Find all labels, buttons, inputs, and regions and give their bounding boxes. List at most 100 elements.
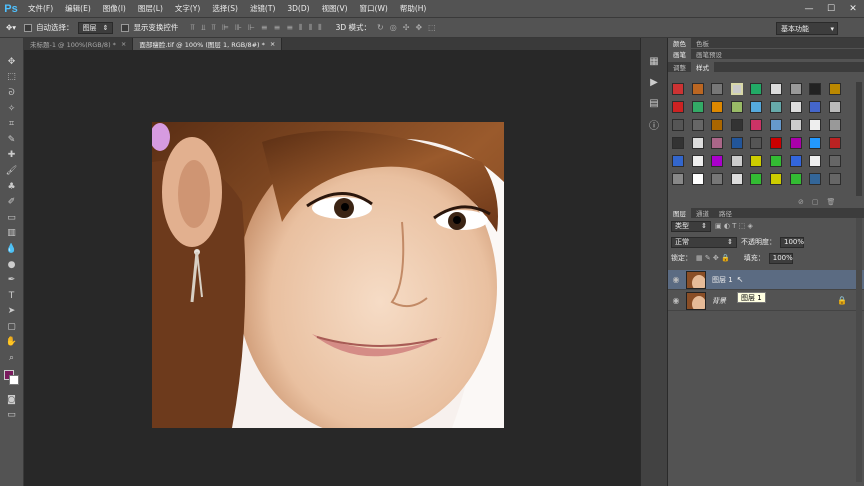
align-top-icon[interactable]: ⫪ <box>190 23 195 33</box>
auto-select-dropdown[interactable]: 图层 ⇕ <box>77 21 114 34</box>
quick-select-icon[interactable]: ✧ <box>5 101 19 117</box>
layer-row-background[interactable]: ◉ 背景 🔒 <box>668 291 864 311</box>
tab-paths[interactable]: 路径 <box>714 208 737 218</box>
blur-icon[interactable]: 💧 <box>5 241 19 257</box>
style-swatch[interactable] <box>711 155 724 167</box>
style-swatch[interactable] <box>769 173 782 185</box>
style-swatch[interactable] <box>769 155 782 167</box>
layer-name[interactable]: 图层 1 <box>712 275 733 285</box>
style-swatch[interactable] <box>809 173 822 185</box>
style-swatch[interactable] <box>691 83 704 95</box>
style-swatch[interactable] <box>789 119 802 131</box>
tab-color[interactable]: 颜色 <box>668 38 691 48</box>
style-swatch[interactable] <box>828 101 841 113</box>
delete-style-icon[interactable]: 🗑 <box>827 198 836 206</box>
rotate-3d-icon[interactable]: ↻ <box>377 23 384 32</box>
style-swatch[interactable] <box>691 119 704 131</box>
eyedropper-icon[interactable]: ✎ <box>5 132 19 148</box>
history-brush-icon[interactable]: ✐ <box>5 194 19 210</box>
clone-stamp-icon[interactable]: ♣ <box>5 179 19 195</box>
adjustments-panel-icon[interactable]: ▤ <box>645 94 663 112</box>
style-swatch[interactable] <box>750 173 763 185</box>
fill-input[interactable]: 100% <box>768 252 793 264</box>
eraser-icon[interactable]: ▭ <box>5 210 19 226</box>
eye-icon[interactable]: ◉ <box>668 275 684 284</box>
lock-icons[interactable]: ▦ ✎ ✥ 🔒 <box>696 254 730 262</box>
menu-item[interactable]: 编辑(E) <box>59 0 97 18</box>
distribute4-icon[interactable]: ⦀ <box>299 23 303 33</box>
style-swatch[interactable] <box>809 101 822 113</box>
distribute5-icon[interactable]: ⦀ <box>309 23 313 33</box>
style-swatch[interactable] <box>672 101 684 113</box>
style-swatch[interactable] <box>730 119 743 131</box>
menu-item[interactable]: 图层(L) <box>132 0 169 18</box>
style-swatch[interactable] <box>750 137 763 149</box>
dodge-icon[interactable]: ● <box>5 257 19 273</box>
clear-style-icon[interactable]: ⊘ <box>798 198 804 206</box>
style-swatch[interactable] <box>789 155 802 167</box>
scale-3d-icon[interactable]: ⬚ <box>428 23 436 32</box>
style-swatch[interactable] <box>809 137 822 149</box>
tab-layers[interactable]: 图层 <box>668 208 691 218</box>
align-hcenter-icon[interactable]: ⊪ <box>235 23 242 33</box>
styles-scrollbar[interactable] <box>856 82 862 196</box>
tab-channels[interactable]: 通道 <box>691 208 714 218</box>
style-swatch[interactable] <box>769 83 782 95</box>
style-swatch[interactable] <box>711 119 724 131</box>
hand-icon[interactable]: ✋ <box>5 335 19 351</box>
zoom-icon[interactable]: ⌕ <box>5 350 19 366</box>
style-swatch[interactable] <box>691 137 704 149</box>
style-swatch[interactable] <box>711 101 724 113</box>
color-swatches[interactable] <box>3 369 20 386</box>
align-bottom-icon[interactable]: ⫪ <box>211 23 216 33</box>
style-swatch[interactable] <box>730 137 743 149</box>
distribute6-icon[interactable]: ⦀ <box>318 23 322 33</box>
menu-item[interactable]: 滤镜(T) <box>244 0 281 18</box>
menu-item[interactable]: 帮助(H) <box>394 0 433 18</box>
style-swatch[interactable] <box>711 137 724 149</box>
tab-brush[interactable]: 画笔 <box>668 49 691 59</box>
menu-item[interactable]: 文件(F) <box>22 0 59 18</box>
style-swatch[interactable] <box>828 83 841 95</box>
healing-brush-icon[interactable]: ✚ <box>5 148 19 164</box>
distribute2-icon[interactable]: ≡ <box>274 23 281 33</box>
style-swatch[interactable] <box>789 137 802 149</box>
style-swatch[interactable] <box>789 83 802 95</box>
style-swatch[interactable] <box>730 101 743 113</box>
screen-mode-icon[interactable]: ▭ <box>5 407 19 423</box>
style-swatch[interactable] <box>672 173 684 185</box>
actions-panel-icon[interactable]: ▶ <box>645 73 663 91</box>
layers-scrollbar[interactable] <box>856 218 862 482</box>
distribute3-icon[interactable]: ≡ <box>286 23 293 33</box>
layer-name[interactable]: 背景 <box>712 296 726 306</box>
pen-icon[interactable]: ✒ <box>5 272 19 288</box>
roll-3d-icon[interactable]: ◎ <box>390 23 397 32</box>
move-icon[interactable]: ✥ <box>5 54 19 70</box>
new-style-icon[interactable]: ▢ <box>812 198 819 206</box>
style-swatch[interactable] <box>672 155 684 167</box>
workspace-dropdown[interactable]: 基本功能 ▾ <box>776 22 838 35</box>
menu-item[interactable]: 窗口(W) <box>354 0 394 18</box>
distribute-icon[interactable]: ≡ <box>261 23 268 33</box>
brush-icon[interactable]: 🖌 <box>5 163 19 179</box>
align-vcenter-icon[interactable]: ⫫ <box>201 23 206 33</box>
style-swatch[interactable] <box>711 173 724 185</box>
shape-icon[interactable]: ▢ <box>5 319 19 335</box>
minimize-button[interactable]: — <box>798 0 820 18</box>
style-swatch[interactable] <box>691 173 704 185</box>
style-swatch[interactable] <box>769 119 782 131</box>
photo-canvas[interactable] <box>152 122 504 428</box>
tab-swatches[interactable]: 色板 <box>691 38 714 48</box>
style-swatch[interactable] <box>789 173 802 185</box>
menu-item[interactable]: 视图(V) <box>316 0 354 18</box>
close-icon[interactable]: × <box>270 40 275 48</box>
path-select-icon[interactable]: ➤ <box>5 304 19 320</box>
style-swatch[interactable] <box>672 137 684 149</box>
close-window-button[interactable]: ✕ <box>842 0 864 18</box>
style-swatch[interactable] <box>828 119 841 131</box>
move-tool-preset-icon[interactable]: ✥▾ <box>6 23 16 32</box>
menu-item[interactable]: 选择(S) <box>206 0 244 18</box>
style-swatch[interactable] <box>672 119 684 131</box>
tab-styles[interactable]: 样式 <box>691 62 714 72</box>
align-left-icon[interactable]: ⊫ <box>222 23 229 33</box>
